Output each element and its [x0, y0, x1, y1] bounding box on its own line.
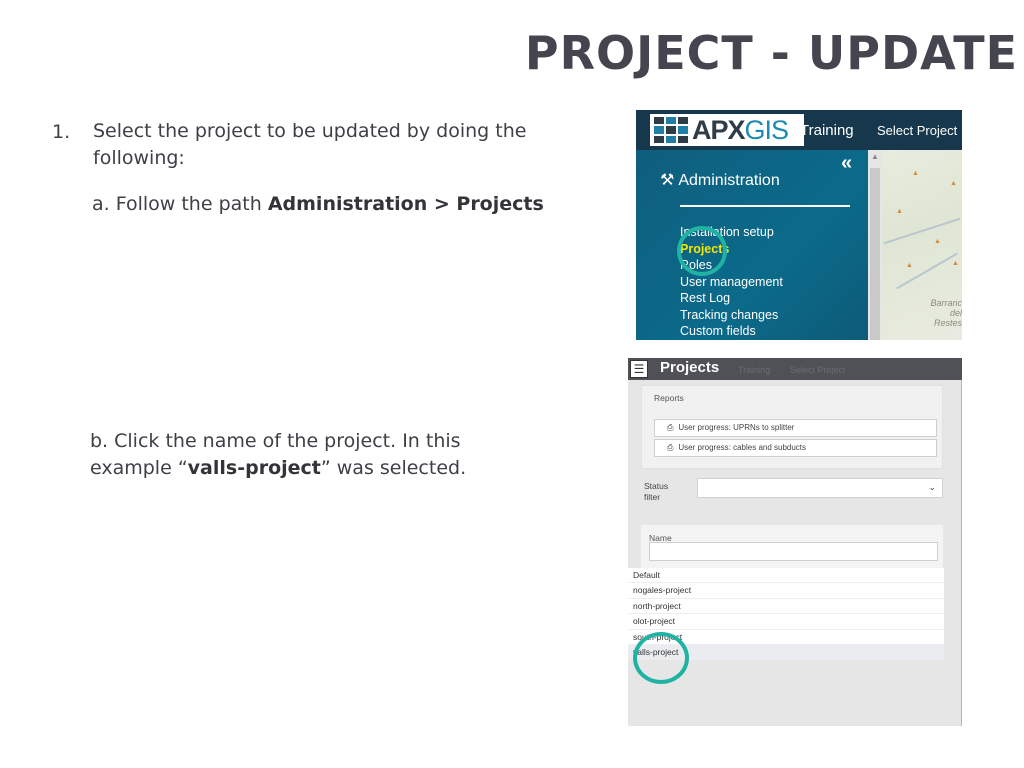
collapse-sidebar-icon[interactable]: «	[841, 152, 852, 175]
map-road	[896, 252, 958, 290]
admin-heading-label: Administration	[678, 172, 780, 189]
peak-icon: ▲	[906, 262, 913, 269]
reports-section: Reports ⎙ User progress: UPRNs to splitte…	[641, 385, 943, 469]
map-view[interactable]: ▲ ▲ ▲ ▲ ▲ ▲ Barranc del Restes	[882, 150, 962, 340]
divider	[680, 205, 850, 207]
project-row-olot[interactable]: olot-project	[628, 614, 944, 630]
scroll-up-icon[interactable]: ▲	[871, 152, 879, 161]
projects-title: Projects	[660, 359, 720, 376]
name-filter-input[interactable]	[649, 542, 938, 561]
slide-title: PROJECT - UPDATE	[524, 26, 1018, 80]
peak-icon: ▲	[912, 170, 919, 177]
app-topbar: APXGIS Training Select Project▼	[636, 110, 962, 150]
admin-sidebar: « ⚒ Administration Installation setup Pro…	[636, 150, 868, 340]
highlight-circle-valls	[633, 632, 689, 684]
menu-item-rest-log[interactable]: Rest Log	[680, 290, 783, 307]
list-icon[interactable]: ☰	[630, 360, 648, 378]
peak-icon: ▲	[896, 208, 903, 215]
sidebar-scrollbar[interactable]: ▲	[868, 150, 882, 340]
select-project-dropdown[interactable]: Select Project▼	[877, 123, 962, 138]
reports-label: Reports	[654, 393, 684, 403]
printer-icon: ⎙	[667, 443, 674, 452]
map-place-label: Barranc del Restes	[930, 298, 962, 328]
step-1b-project: valls-project	[187, 457, 321, 479]
menu-item-custom-fields[interactable]: Custom fields	[680, 323, 783, 340]
map-road	[883, 217, 961, 245]
highlight-circle-projects	[677, 226, 727, 276]
step-1-text: Select the project to be updated by doin…	[93, 120, 527, 169]
wrench-icon: ⚒	[660, 172, 675, 189]
step-1a-prefix: a. Follow the path	[92, 193, 268, 215]
printer-icon: ⎙	[667, 423, 674, 432]
project-row-north[interactable]: north-project	[628, 598, 944, 615]
training-label: Training	[800, 122, 854, 139]
menu-item-tracking-changes[interactable]: Tracking changes	[680, 307, 783, 324]
step-1a-text: a. Follow the path Administration > Proj…	[92, 191, 544, 218]
admin-menu-screenshot: APXGIS Training Select Project▼ « ⚒Admin…	[636, 110, 962, 340]
peak-icon: ▲	[952, 260, 959, 267]
chevron-down-icon: ⌄	[928, 482, 936, 492]
apxgis-logo-text: APXGIS	[692, 114, 789, 145]
menu-item-user-management[interactable]: User management	[680, 274, 783, 291]
ghost-training-label: Training	[738, 365, 771, 375]
report-cables-button[interactable]: ⎙ User progress: cables and subducts	[654, 439, 937, 457]
scrollbar-thumb[interactable]	[870, 168, 880, 340]
report-uprns-button[interactable]: ⎙ User progress: UPRNs to splitter	[654, 419, 937, 437]
step-number: 1.	[52, 121, 71, 143]
ghost-select-label: Select Project	[790, 365, 846, 375]
status-filter-select[interactable]: ⌄	[697, 478, 943, 498]
caret-down-icon: ▼	[960, 127, 962, 138]
project-row-default[interactable]: Default	[628, 568, 944, 584]
apxgis-logo: APXGIS	[650, 114, 804, 146]
step-1b-text: b. Click the name of the project. In thi…	[90, 428, 510, 482]
name-filter-section: Name	[641, 525, 943, 569]
step-1a-path: Administration > Projects	[267, 193, 544, 215]
projects-header: ☰ Projects Training Select Project	[628, 358, 962, 380]
admin-heading[interactable]: ⚒ Administration	[660, 170, 780, 190]
peak-icon: ▲	[950, 180, 957, 187]
step-1b-suffix: ” was selected.	[320, 457, 467, 479]
peak-icon: ▲	[934, 238, 941, 245]
status-filter-label: Status filter	[644, 481, 669, 502]
apxgis-logo-icon	[654, 117, 688, 143]
project-row-nogales[interactable]: nogales-project	[628, 583, 944, 599]
